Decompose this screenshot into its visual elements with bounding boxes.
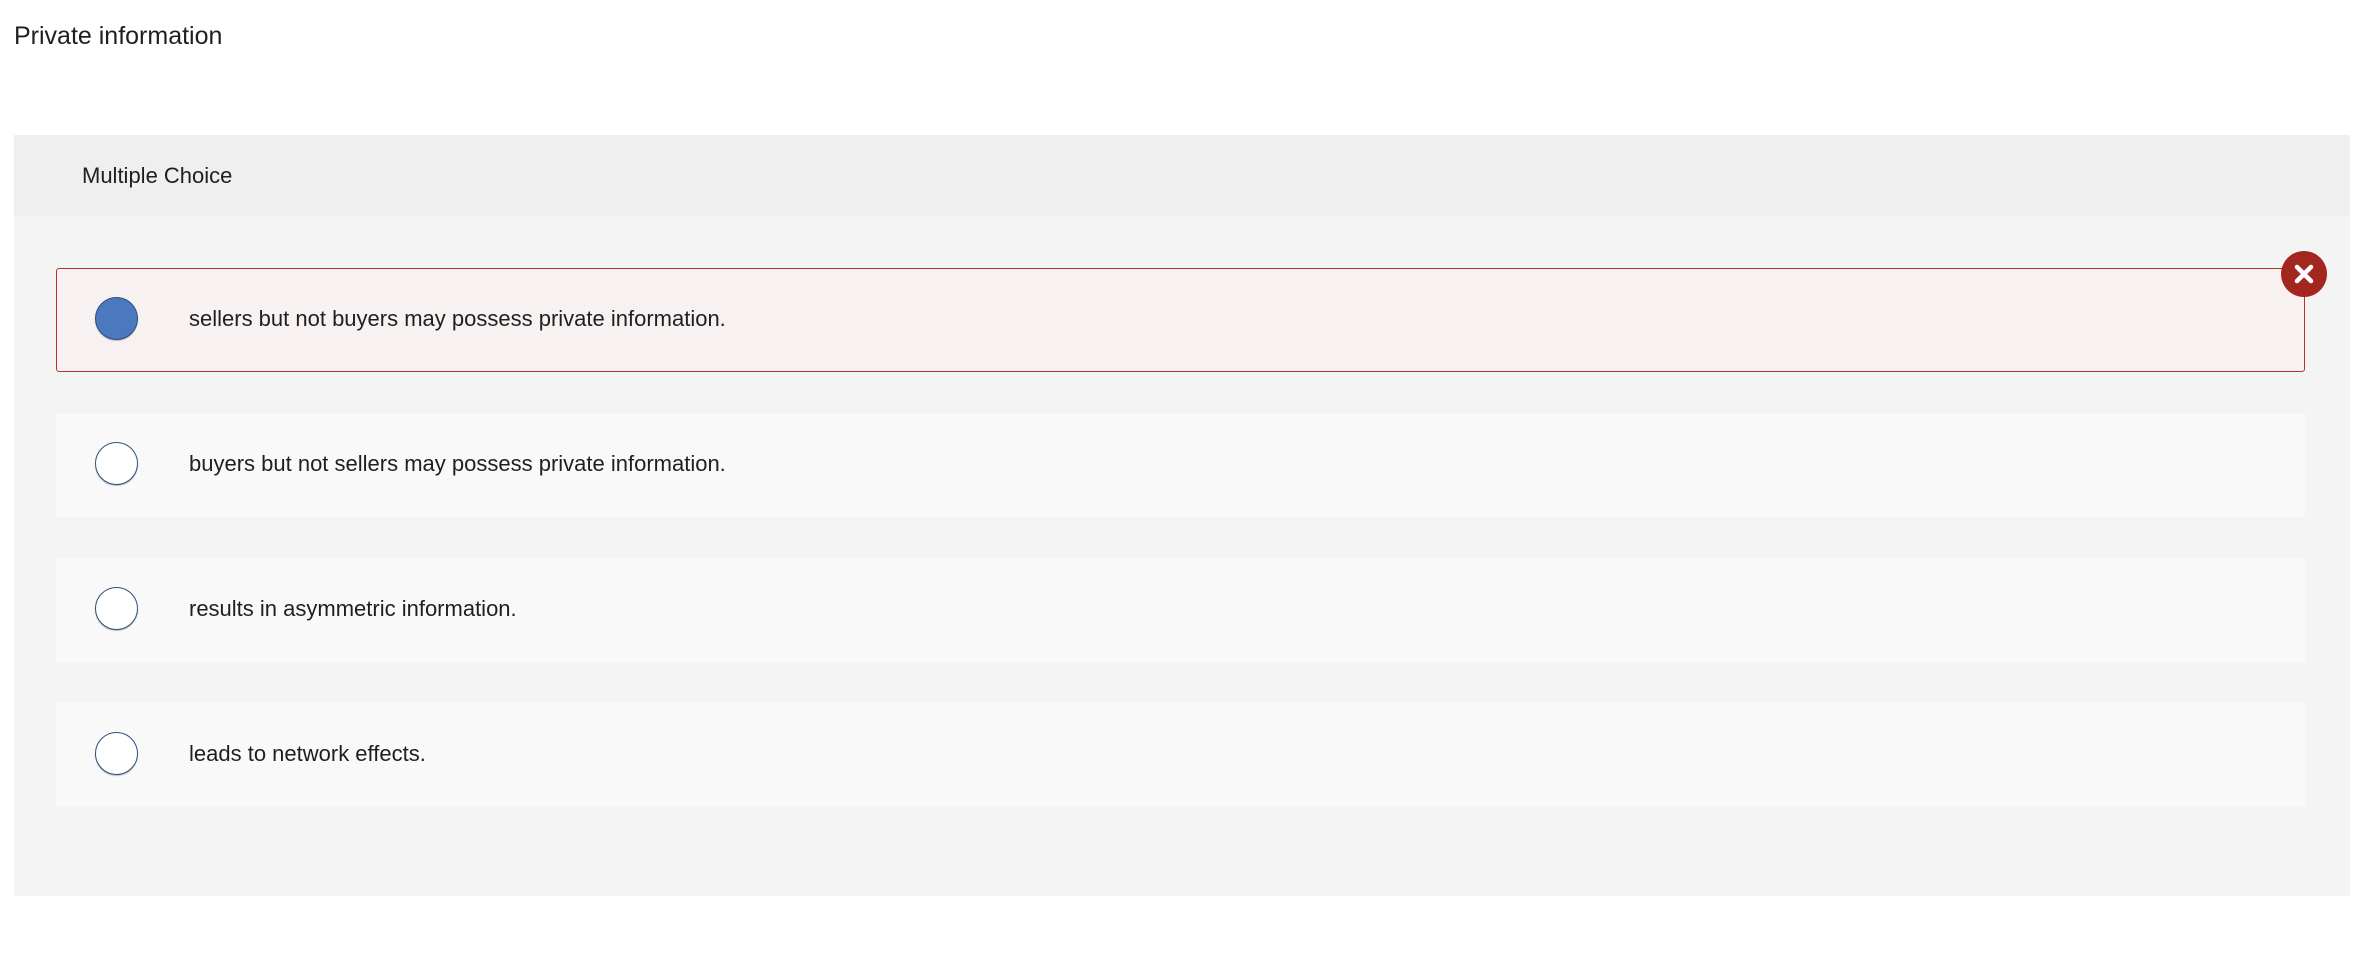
answer-options: sellers but not buyers may possess priva… <box>56 268 2305 848</box>
x-glyph-icon <box>2294 264 2314 284</box>
answer-option-2[interactable]: buyers but not sellers may possess priva… <box>56 413 2305 517</box>
answer-option-label: sellers but not buyers may possess priva… <box>189 306 726 331</box>
radio-button-selected[interactable] <box>95 297 138 340</box>
radio-button[interactable] <box>95 732 138 775</box>
answer-option-1[interactable]: sellers but not buyers may possess priva… <box>56 268 2305 372</box>
radio-button[interactable] <box>95 442 138 485</box>
page-title: Private information <box>14 22 223 50</box>
question-card: Multiple Choice sellers but not buyers m… <box>14 135 2350 896</box>
radio-button[interactable] <box>95 587 138 630</box>
answer-option-3[interactable]: results in asymmetric information. <box>56 558 2305 662</box>
answer-option-label: leads to network effects. <box>189 741 426 766</box>
answer-option-label: buyers but not sellers may possess priva… <box>189 451 726 476</box>
answer-option-label: results in asymmetric information. <box>189 596 517 621</box>
question-header: Multiple Choice <box>14 135 2350 216</box>
incorrect-x-icon <box>2281 251 2327 297</box>
question-type-label: Multiple Choice <box>82 163 233 188</box>
answer-option-4[interactable]: leads to network effects. <box>56 703 2305 807</box>
